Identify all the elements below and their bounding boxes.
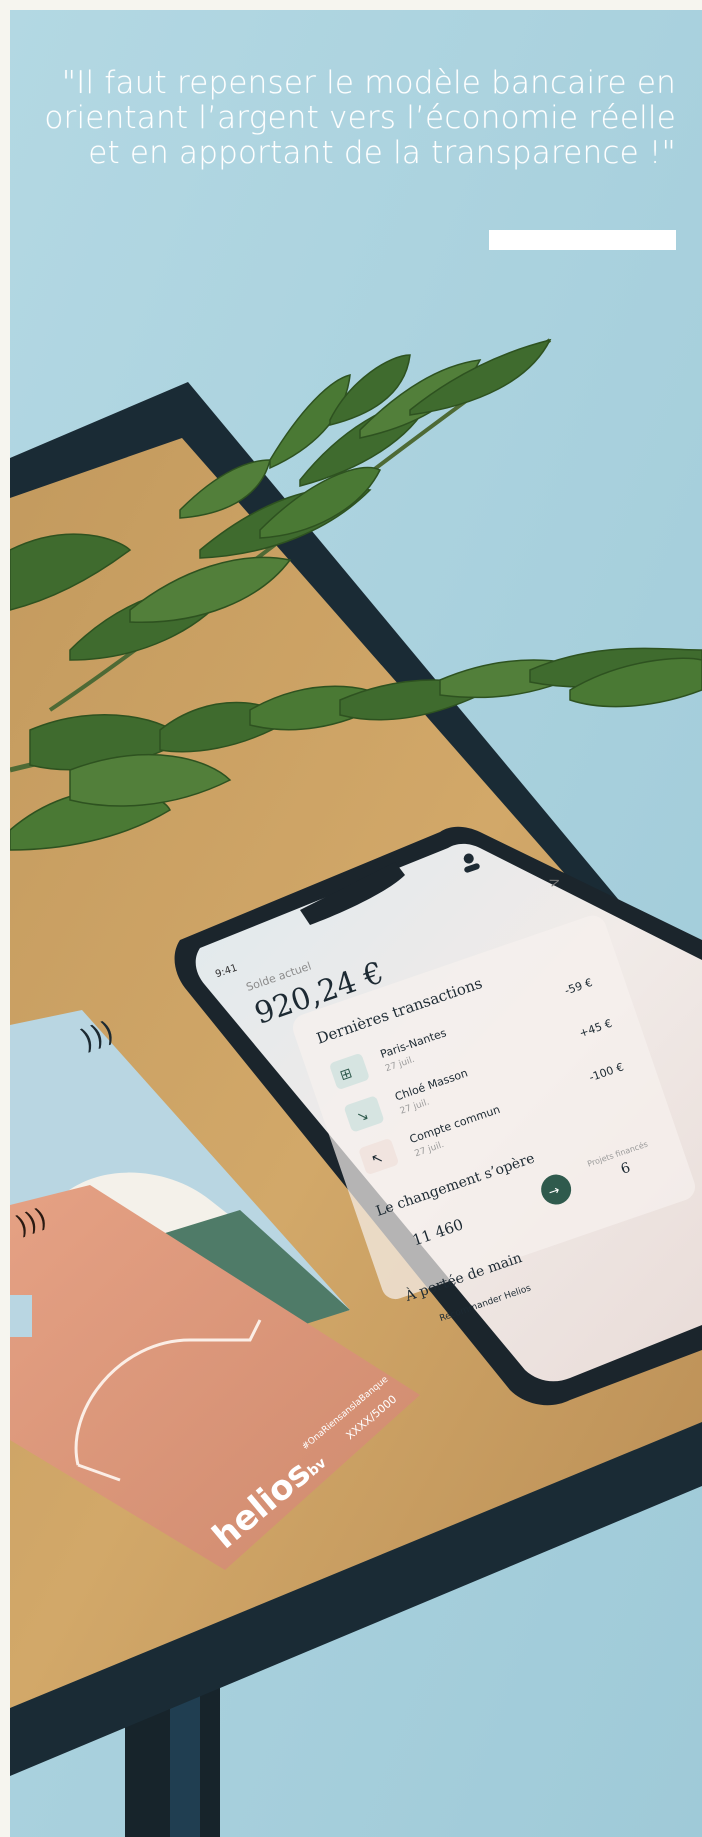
quote-underline-bar bbox=[489, 230, 676, 250]
quote-text: "Il faut repenser le modèle bancaire en … bbox=[44, 65, 676, 171]
photo-illustration: ))) ))) heliosbv #OnaRiensanslaBanque XX… bbox=[10, 10, 702, 1837]
product-photo: ))) ))) heliosbv #OnaRiensanslaBanque XX… bbox=[10, 10, 702, 1837]
